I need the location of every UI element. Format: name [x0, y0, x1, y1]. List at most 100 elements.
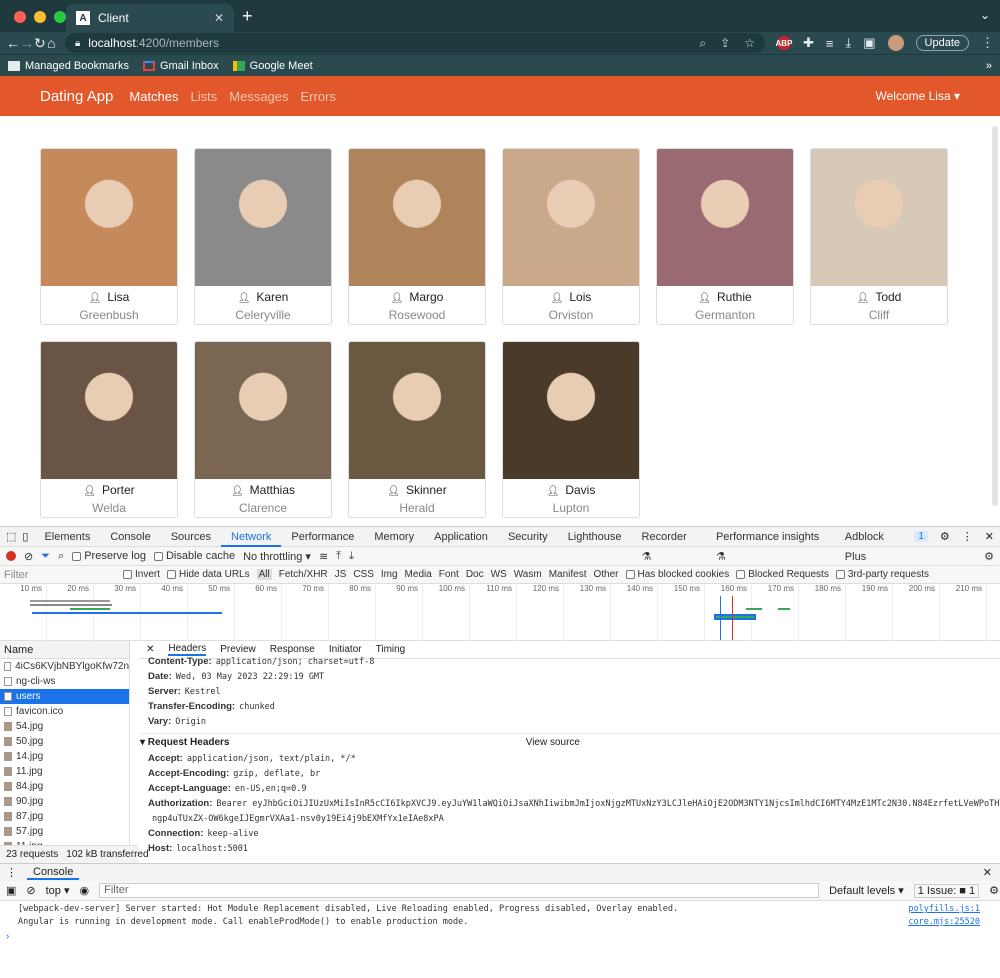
bookmark-star-icon[interactable]: ☆ [744, 36, 755, 51]
nav-lists[interactable]: Lists [191, 89, 218, 104]
bookmark-gmail[interactable]: Gmail Inbox [142, 60, 219, 72]
brand-link[interactable]: Dating App [40, 88, 113, 105]
close-icon[interactable]: ✕ [214, 11, 224, 25]
name-header[interactable]: Name [0, 641, 129, 659]
console-settings-icon[interactable]: ⚙ [989, 884, 999, 897]
inspect-icon[interactable]: ⬚ [6, 530, 16, 543]
source-link[interactable]: core.mjs:25520 [908, 917, 980, 930]
request-row[interactable]: 84.jpg [0, 779, 129, 794]
member-card[interactable]: 👤︎ Margo Rosewood [348, 148, 486, 325]
request-row[interactable]: 87.jpg [0, 809, 129, 824]
console-issues-button[interactable]: 1 Issue: ■ 1 [913, 883, 980, 898]
request-row[interactable]: 50.jpg [0, 734, 129, 749]
log-levels-select[interactable]: Default levels ▾ [829, 884, 904, 897]
devtools-tab-elements[interactable]: Elements [34, 527, 100, 547]
reading-list-icon[interactable]: ≡ [826, 36, 834, 51]
close-drawer-icon[interactable]: ✕ [983, 866, 992, 879]
export-har-icon[interactable]: ⤓ [349, 550, 354, 563]
filter-invert[interactable]: Invert [123, 569, 160, 580]
filter-3rd-party-requests[interactable]: 3rd-party requests [835, 569, 929, 580]
member-card[interactable]: 👤︎ Matthias Clarence [194, 341, 332, 518]
filter-blocked-requests[interactable]: Blocked Requests [736, 569, 829, 580]
nav-messages[interactable]: Messages [229, 89, 288, 104]
minimize-window-button[interactable] [34, 11, 46, 23]
network-timeline-overview[interactable]: 10 ms 20 ms 30 ms 40 ms 50 ms 60 ms 70 ms 80 ms… [0, 584, 1000, 641]
new-tab-button[interactable]: + [242, 6, 253, 27]
drawer-menu-icon[interactable]: ⋮ [6, 866, 17, 879]
user-dropdown[interactable]: Welcome Lisa ▾ [876, 89, 961, 103]
download-icon[interactable]: ⤓ [845, 35, 851, 51]
devtools-tab-performance[interactable]: Performance [281, 527, 364, 547]
disable-cache-checkbox[interactable]: Disable cache [153, 550, 235, 562]
back-icon[interactable]: ← [6, 35, 20, 51]
request-row[interactable]: favicon.ico [0, 704, 129, 719]
filter-wasm[interactable]: Wasm [514, 569, 542, 580]
nav-matches[interactable]: Matches [129, 89, 178, 104]
member-photo[interactable] [195, 342, 331, 479]
devtools-tab-performance-insights[interactable]: Performance insights ⚗ [706, 527, 835, 563]
record-icon[interactable] [6, 551, 16, 561]
request-row[interactable]: ng-cli-ws [0, 674, 129, 689]
share-icon[interactable]: ⇪ [720, 36, 730, 51]
member-photo[interactable] [657, 149, 793, 286]
import-har-icon[interactable]: ⤒ [336, 550, 341, 563]
request-row[interactable]: 14.jpg [0, 749, 129, 764]
devtools-tab-lighthouse[interactable]: Lighthouse [558, 527, 632, 547]
devtools-tab-sources[interactable]: Sources [161, 527, 221, 547]
member-card[interactable]: 👤︎ Davis Lupton [502, 341, 640, 518]
member-photo[interactable] [41, 342, 177, 479]
member-photo[interactable] [195, 149, 331, 286]
devtools-tab-application[interactable]: Application [424, 527, 498, 547]
console-drawer-tab[interactable]: Console [27, 866, 80, 880]
filter-other[interactable]: Other [593, 569, 618, 580]
request-row[interactable]: users [0, 689, 129, 704]
nav-errors[interactable]: Errors [301, 89, 336, 104]
filter-doc[interactable]: Doc [466, 569, 484, 580]
member-card[interactable]: 👤︎ Lois Orviston [502, 148, 640, 325]
member-photo[interactable] [503, 342, 639, 479]
request-row[interactable]: 54.jpg [0, 719, 129, 734]
devtools-tab-recorder[interactable]: Recorder ⚗ [632, 527, 706, 563]
device-toolbar-icon[interactable]: ▯ [22, 530, 28, 543]
member-card[interactable]: 👤︎ Karen Celeryville [194, 148, 332, 325]
eye-icon[interactable]: ◉ [80, 884, 90, 897]
adblock-icon[interactable]: ABP [776, 36, 792, 50]
detail-tab-timing[interactable]: Timing [376, 644, 406, 655]
filter-img[interactable]: Img [381, 569, 398, 580]
page-scrollbar[interactable] [992, 126, 998, 506]
member-card[interactable]: 👤︎ Skinner Herald [348, 341, 486, 518]
filter-ws[interactable]: WS [491, 569, 507, 580]
sidebar-toggle-icon[interactable]: ▣ [6, 884, 16, 897]
issues-badge[interactable]: 1 [914, 531, 928, 542]
filter-media[interactable]: Media [405, 569, 432, 580]
console-prompt[interactable]: › [6, 931, 9, 942]
profile-avatar[interactable] [887, 35, 904, 51]
devtools-tab-adblock-plus[interactable]: Adblock Plus [835, 527, 915, 563]
devtools-tab-network[interactable]: Network [221, 527, 282, 547]
request-row[interactable]: 11.jpg [0, 764, 129, 779]
request-headers-section[interactable]: ▾ Request Headers View source [140, 733, 1000, 751]
network-settings-icon[interactable]: ⚙ [984, 550, 994, 563]
filter-fetch-xhr[interactable]: Fetch/XHR [279, 569, 328, 580]
member-card[interactable]: 👤︎ Ruthie Germanton [656, 148, 794, 325]
browser-tab[interactable]: A Client ✕ [66, 4, 234, 32]
bookmark-managed[interactable]: Managed Bookmarks [8, 60, 129, 72]
throttling-select[interactable]: No throttling ▾ [243, 550, 311, 563]
clear-icon[interactable]: ⊘ [24, 550, 33, 563]
more-options-icon[interactable]: ⋮ [962, 530, 973, 543]
member-photo[interactable] [349, 342, 485, 479]
source-link[interactable]: polyfills.js:1 [908, 904, 980, 917]
search-icon[interactable]: ⌕ [58, 550, 64, 563]
update-button[interactable]: Update [915, 35, 969, 51]
member-card[interactable]: 👤︎ Todd Cliff [810, 148, 948, 325]
member-photo[interactable] [349, 149, 485, 286]
zoom-icon[interactable]: ⌕ [699, 36, 706, 51]
menu-icon[interactable]: ⋮ [981, 35, 994, 51]
maximize-window-button[interactable] [54, 11, 66, 23]
home-icon[interactable]: ⌂ [46, 35, 57, 51]
extensions-icon[interactable]: ✚ [803, 35, 814, 51]
forward-icon[interactable]: → [20, 35, 34, 51]
url-field[interactable]: 🔒︎ localhost:4200/members ⌕ ⇪ ☆ [64, 33, 765, 53]
devtools-tab-console[interactable]: Console [100, 527, 160, 547]
member-photo[interactable] [811, 149, 947, 286]
